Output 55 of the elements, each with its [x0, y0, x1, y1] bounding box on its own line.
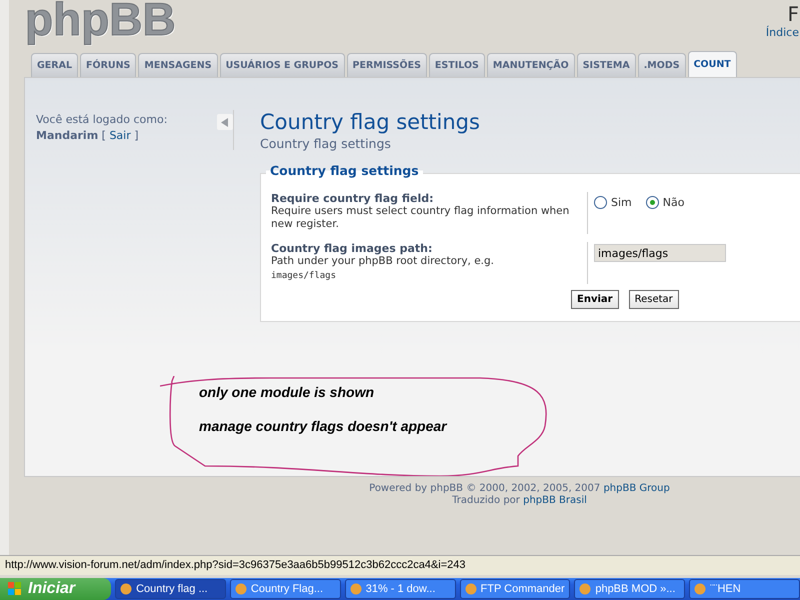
username: Mandarim: [36, 129, 98, 142]
page-subtitle: Country flag settings: [260, 136, 392, 151]
site-title: F: [787, 2, 799, 26]
nav-tab[interactable]: MANUTENÇÃO: [486, 53, 575, 77]
path-example: images/flags: [271, 270, 338, 283]
nav-tab[interactable]: .MODS: [638, 53, 686, 77]
nav-tab[interactable]: COUNT: [688, 51, 737, 77]
setting-explain: Require users must select country flag information when new register.: [271, 205, 570, 231]
left-triangle-icon: [221, 118, 229, 126]
taskbar-item[interactable]: 31% - 1 dow...: [344, 579, 456, 599]
phpbb-group-link[interactable]: phpBB Group: [603, 483, 670, 494]
radio-button[interactable]: [594, 196, 607, 209]
taskbar-item[interactable]: phpBB MOD »...: [574, 579, 686, 599]
nav-tab[interactable]: USUÁRIOS E GRUPOS: [220, 53, 344, 77]
setting-explain: Path under your phpBB root directory, e.g.: [271, 255, 496, 268]
logged-in-label: Você está logado como:: [36, 112, 168, 128]
path-input-field[interactable]: images/flags: [594, 244, 726, 262]
submit-button[interactable]: Enviar: [571, 290, 619, 309]
phpbb-brasil-link[interactable]: phpBB Brasil: [523, 495, 587, 506]
reset-button[interactable]: Resetar: [628, 290, 679, 309]
bracket-text: [: [102, 129, 106, 142]
app-icon: [120, 583, 132, 595]
radio-label: Sim: [611, 196, 632, 209]
radio-label: Não: [662, 196, 684, 209]
copyright-text: Powered by phpBB © 2000, 2002, 2005, 2007: [369, 483, 600, 494]
index-link[interactable]: Índice: [766, 26, 799, 39]
nav-tab[interactable]: PERMISSÕES: [346, 53, 427, 77]
app-icon: [350, 583, 362, 595]
taskbar-item[interactable]: FTP Commander: [460, 579, 570, 599]
annotation-text: only one module is shown: [198, 384, 376, 400]
taskbar-item[interactable]: Country flag ...: [115, 579, 226, 599]
nav-tab[interactable]: MENSAGENS: [138, 53, 218, 77]
fieldset-legend: Country flag settings: [266, 163, 423, 178]
nav-tab[interactable]: GERAL: [31, 53, 78, 77]
page-title: Country flag settings: [260, 110, 481, 134]
logout-link[interactable]: Sair: [109, 129, 131, 142]
radio-button[interactable]: [646, 196, 659, 209]
app-icon: [694, 583, 706, 595]
taskbar-item[interactable]: ¨¨HEN: [689, 579, 800, 599]
nav-tab[interactable]: SISTEMA: [576, 53, 636, 77]
start-button[interactable]: Iniciar: [0, 578, 112, 600]
bracket-text: ]: [134, 129, 139, 142]
nav-tab[interactable]: FÓRUNS: [80, 53, 136, 77]
status-bar-url: http://www.vision-forum.net/adm/index.php?sid=3c96375e3aa6b5b99512c3b62ccc2ca4&i=243: [0, 555, 800, 575]
app-icon: [464, 583, 477, 595]
app-icon: [579, 583, 592, 595]
annotation-text: manage country flags doesn't appear: [198, 418, 448, 434]
app-icon: [234, 583, 247, 595]
setting-label: Require country flag field:: [271, 192, 434, 205]
phpbb-logo: phpBB: [25, 0, 176, 42]
setting-label: Country flag images path:: [271, 242, 434, 255]
translation-credit: Traduzido por: [452, 495, 520, 506]
windows-flag-icon: [8, 582, 22, 596]
nav-tab[interactable]: ESTILOS: [428, 53, 485, 77]
taskbar-item[interactable]: Country Flag...: [230, 579, 341, 599]
